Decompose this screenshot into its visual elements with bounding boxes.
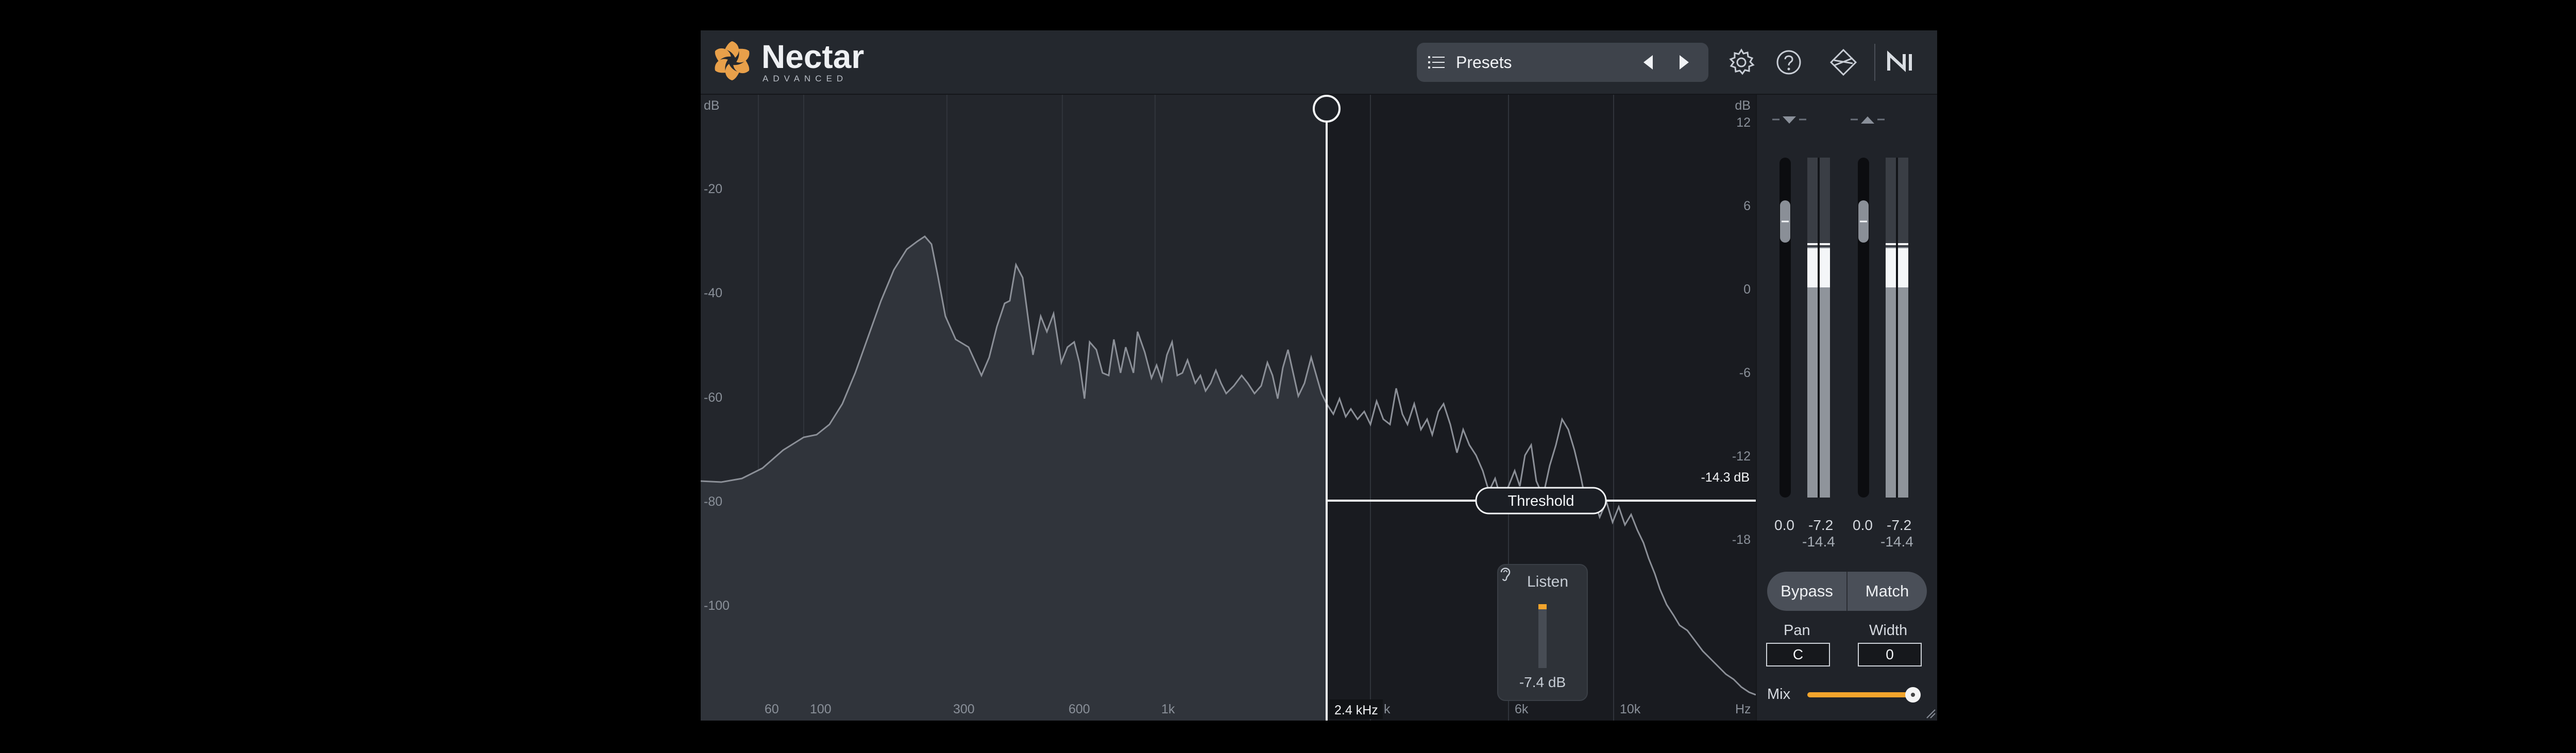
bypass-button[interactable]: Bypass — [1767, 572, 1846, 611]
cursor-freq-label: 2.4 kHz — [1334, 703, 1378, 717]
bypass-match-group: Bypass Match — [1767, 572, 1927, 611]
right-axis-unit: dB — [1735, 98, 1751, 113]
app-edition: ADVANCED — [762, 74, 848, 83]
freq-label: 6k — [1515, 702, 1529, 716]
mix-label: Mix — [1767, 686, 1791, 703]
width-field[interactable]: 0 — [1858, 643, 1922, 666]
ear-icon — [1500, 568, 1511, 581]
output-rms-value: -14.4 — [1880, 534, 1913, 550]
prev-preset-icon[interactable] — [1637, 51, 1660, 74]
output-peak-value: -7.2 — [1887, 517, 1912, 533]
input-gain-triangle-icon — [1783, 116, 1796, 124]
freq-label: k — [1384, 702, 1391, 716]
listen-widget[interactable]: Listen -7.4 dB — [1497, 564, 1588, 701]
right-axis-tick: 6 — [1743, 199, 1751, 213]
nectar-plugin-window: Nectar ADVANCED Presets dB -20 -40 -60 -… — [701, 30, 1937, 721]
freq-unit: Hz — [1735, 702, 1751, 716]
left-axis-unit: dB — [704, 98, 720, 113]
ni-logo-icon[interactable] — [1886, 48, 1922, 77]
left-axis-tick: -40 — [704, 286, 722, 300]
freq-label: 60 — [765, 702, 779, 716]
spectrum-graph-svg: dB -20 -40 -60 -80 -100 dB 12 6 0 -6 -12… — [701, 95, 1756, 721]
left-axis-tick: -60 — [704, 390, 722, 405]
right-axis-tick: 0 — [1743, 282, 1751, 297]
left-axis-tick: -100 — [704, 598, 730, 613]
input-peak-value: -7.2 — [1808, 517, 1834, 533]
listen-level-meter — [1538, 604, 1547, 668]
io-meters-svg — [1772, 116, 1908, 498]
crossover-handle[interactable] — [1313, 95, 1341, 123]
right-axis-tick: -12 — [1732, 449, 1751, 464]
listen-value: -7.4 dB — [1519, 674, 1566, 690]
header-bar: Nectar ADVANCED Presets — [701, 30, 1937, 95]
output-gain-triangle-icon — [1861, 116, 1874, 124]
output-gain-value: 0.0 — [1853, 517, 1873, 533]
threshold-value: -14.3 dB — [1701, 470, 1750, 485]
freq-label: 10k — [1620, 702, 1641, 716]
resize-grip-icon[interactable] — [1926, 709, 1936, 719]
left-axis-tick: -20 — [704, 182, 722, 196]
io-panel: 0.0 -7.2 -14.4 0.0 -7.2 -14.4 Bypass Mat… — [1756, 95, 1937, 721]
presets-browser[interactable]: Presets — [1417, 43, 1708, 82]
input-gain-value: 0.0 — [1774, 517, 1794, 533]
spectrum-analyzer[interactable]: dB -20 -40 -60 -80 -100 dB 12 6 0 -6 -12… — [701, 95, 1756, 721]
pan-label: Pan — [1784, 622, 1810, 639]
list-icon — [1428, 56, 1445, 69]
right-axis-tick: 12 — [1736, 115, 1751, 130]
width-label: Width — [1869, 622, 1908, 639]
header-divider — [1874, 44, 1875, 81]
gear-icon[interactable] — [1727, 48, 1756, 77]
route-icon[interactable] — [1829, 48, 1858, 77]
input-rms-value: -14.4 — [1802, 534, 1835, 550]
nectar-logo-icon — [715, 41, 750, 80]
freq-label: 100 — [810, 702, 832, 716]
right-axis-tick: -18 — [1732, 533, 1751, 547]
presets-label: Presets — [1456, 53, 1512, 72]
next-preset-icon[interactable] — [1672, 51, 1695, 74]
help-icon[interactable] — [1774, 48, 1803, 77]
threshold-label: Threshold — [1508, 493, 1574, 509]
left-axis-tick: -80 — [704, 494, 722, 509]
pan-field[interactable]: C — [1766, 643, 1830, 666]
freq-label: 600 — [1069, 702, 1090, 716]
listen-meter-peak — [1538, 604, 1547, 609]
mix-slider[interactable] — [1807, 692, 1916, 697]
app-name: Nectar — [761, 38, 865, 75]
listen-label: Listen — [1527, 573, 1569, 590]
freq-label: 1k — [1161, 702, 1175, 716]
match-button[interactable]: Match — [1848, 572, 1927, 611]
mix-slider-thumb[interactable] — [1905, 687, 1921, 703]
freq-label: 300 — [953, 702, 975, 716]
right-axis-tick: -6 — [1739, 366, 1751, 380]
